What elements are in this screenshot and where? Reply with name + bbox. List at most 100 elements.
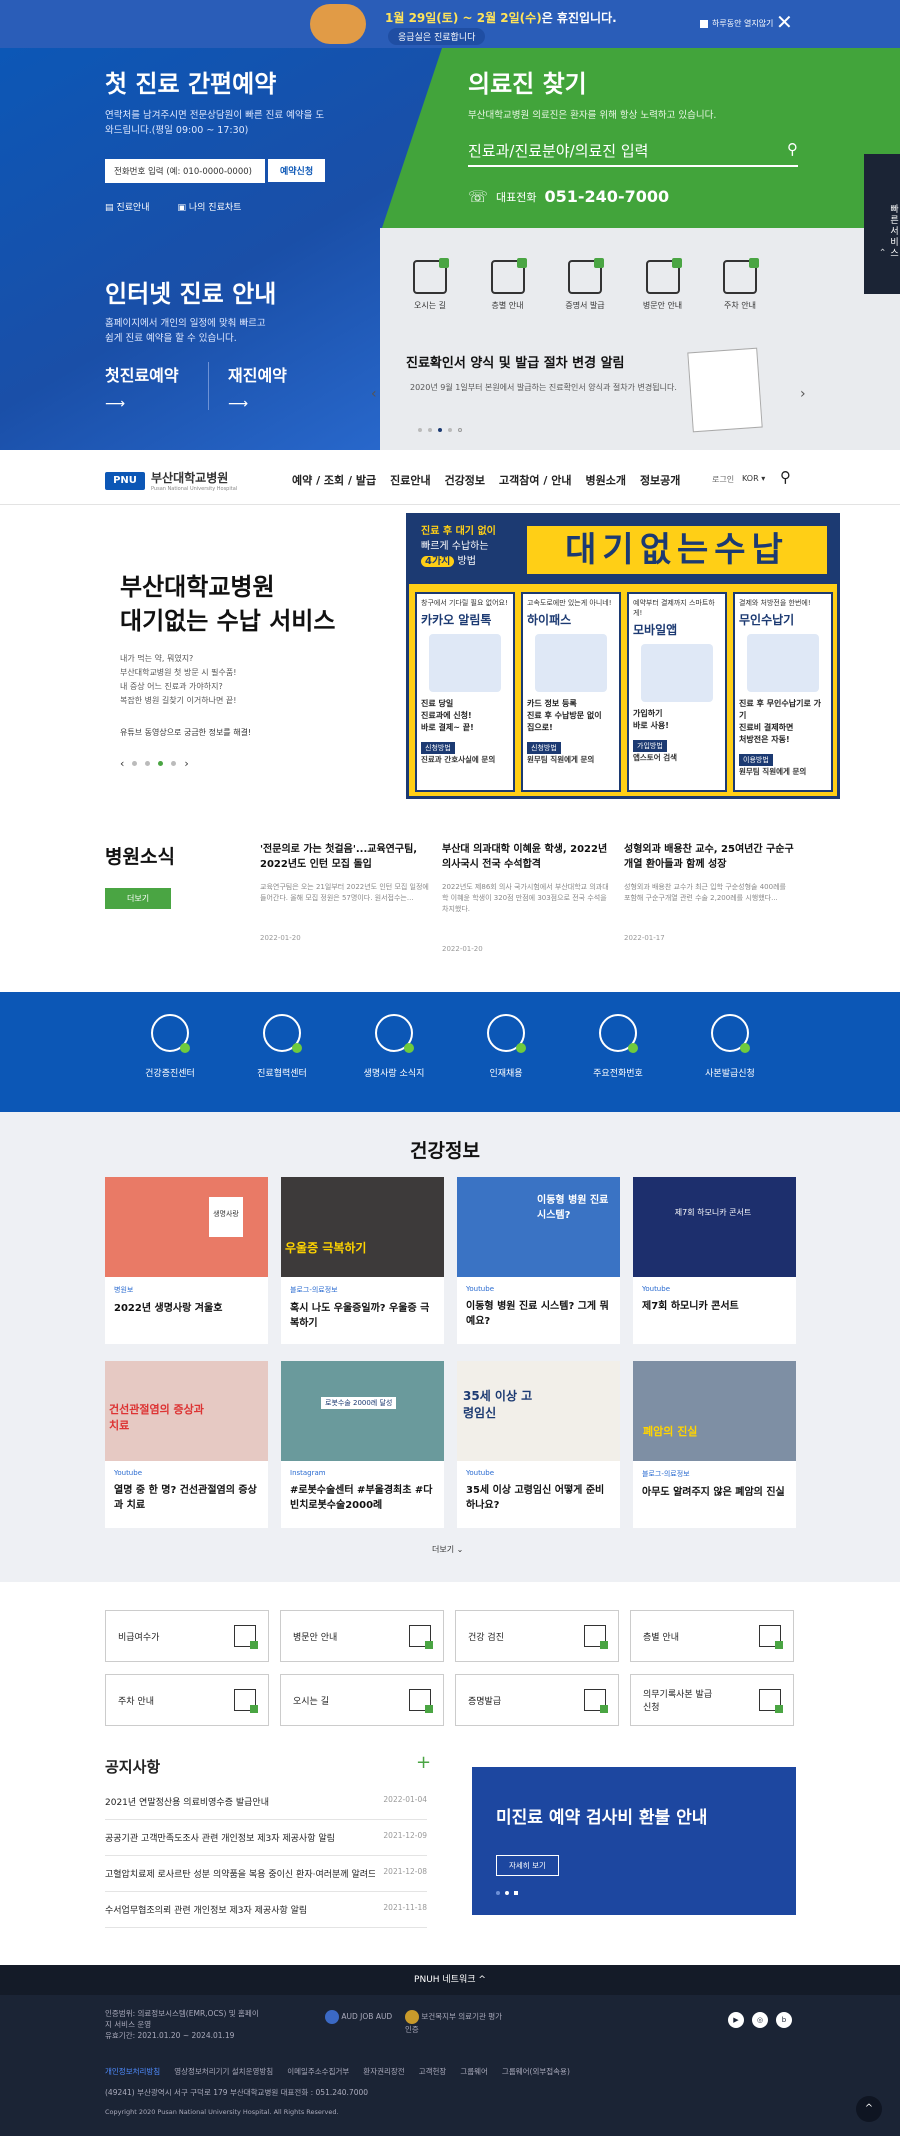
slide-dot-active[interactable] (438, 428, 442, 432)
menu-about[interactable]: 병원소개 (585, 472, 625, 488)
banner-prev-icon[interactable]: ‹ (120, 757, 124, 770)
notice-row[interactable]: 수서업무협조의뢰 관련 개인정보 제3자 제공사항 알림 2021-11-18 (105, 1892, 427, 1928)
refund-detail-button[interactable]: 자세히 보기 (496, 1855, 559, 1876)
groupware-link[interactable]: 그룹웨어 (460, 2066, 488, 2077)
health-card[interactable]: 35세 이상 고령임신 Youtube 35세 이상 고령임신 어떻게 준비하나요? (457, 1361, 620, 1528)
news-item[interactable]: 부산대 의과대학 이혜윤 학생, 2022년 의사국시 전국 수석합격 2022년… (442, 842, 612, 953)
login-link[interactable]: 로그인 (712, 474, 734, 485)
notice-text: 2021년 연말정산용 의료비영수증 발급안내 (105, 1798, 269, 1808)
guide-link[interactable]: ▤ 진료안내 (105, 200, 150, 213)
banner-next-icon[interactable]: › (184, 757, 188, 770)
notices-more-icon[interactable]: + (416, 1752, 431, 1773)
health-card[interactable]: 로봇수술 2000례 달성 Instagram #로봇수술센터 #부울경최초 #다빈… (281, 1361, 444, 1528)
network-toggle[interactable]: PNUH 네트워크 ^ (0, 1965, 900, 1995)
smartphone-icon (641, 644, 713, 702)
refund-banner[interactable]: 미진료 예약 검사비 환불 안내 자세히 보기 (472, 1767, 796, 1915)
doctor-search-input[interactable]: 진료과/진료분야/의료진 입력 ⚲ (468, 140, 798, 167)
news-item[interactable]: 성형외과 배용찬 교수, 25여년간 구순구개열 환아들과 함께 성장 성형외과 … (624, 842, 794, 953)
slide-dot[interactable] (428, 428, 432, 432)
svc-checkup[interactable]: 건강 검진 (455, 1610, 619, 1662)
quick-cooperation-center[interactable]: 진료협력센터 (226, 992, 338, 1112)
quick-newsletter[interactable]: 생명사랑 소식지 (338, 992, 450, 1112)
hospital-logo[interactable]: PNU 부산대학교병원 Pusan National University Hos… (105, 469, 237, 492)
no-wait-payment-banner[interactable]: 진료 후 대기 없이 빠르게 수납하는 4가지 방법 대기없는수납 창구에서 기… (406, 513, 840, 799)
refund-dot[interactable] (496, 1891, 500, 1895)
youtube-icon[interactable]: ▶ (728, 2012, 744, 2028)
banner-dot-active[interactable] (158, 761, 164, 766)
cert-badge-icon (325, 2010, 339, 2024)
directions-link[interactable]: 오시는 길 (395, 258, 465, 311)
svc-floor[interactable]: 층별 안내 (630, 1610, 794, 1662)
certificate-link[interactable]: 증명서 발급 (550, 258, 620, 311)
svc-medical-record[interactable]: 의무기록사본 발급 신청 (630, 1674, 794, 1726)
my-chart-link[interactable]: ▣ 나의 진료차트 (178, 200, 242, 213)
cert-aud: AUD JOB AUD (325, 2010, 392, 2024)
news-item[interactable]: '전문의로 가는 첫걸음'...교육연구팀, 2022년도 인턴 모집 돌입 교육… (260, 842, 430, 953)
slide-next-icon[interactable]: › (800, 386, 806, 402)
health-card[interactable]: 건선관절염의 증상과 치료 Youtube 열명 중 한 명? 건선관절염의 증상과… (105, 1361, 268, 1528)
card-step: 처방전은 자동! (739, 735, 790, 744)
banner-dot[interactable] (171, 761, 177, 766)
card-foot: 원무팀 직원에게 문의 (527, 755, 595, 764)
slide-prev-icon[interactable]: ‹ (371, 386, 377, 402)
health-card[interactable]: 폐암의 진실 블로그-의료정보 아무도 알려주지 않은 폐암의 진실 (633, 1361, 796, 1528)
phone-input[interactable]: 전화번호 입력 (예: 010-0000-0000) (105, 159, 265, 183)
menu-disclosure[interactable]: 정보공개 (640, 472, 680, 488)
health-card[interactable]: 생명사랑 병원보 2022년 생명사랑 겨울호 (105, 1177, 268, 1344)
health-more-link[interactable]: 더보기 ⌄ (432, 1544, 463, 1555)
slide-pause-icon[interactable] (458, 428, 462, 432)
scroll-top-icon[interactable]: ^ (856, 2096, 882, 2122)
slide-title[interactable]: 진료확인서 양식 및 발급 절차 변경 알림 (406, 352, 625, 371)
blog-icon[interactable]: b (776, 2012, 792, 2028)
card-foot: 앱스토어 검색 (633, 753, 678, 762)
banner-dot[interactable] (132, 761, 138, 766)
quick-copy-request[interactable]: 사본발급신청 (674, 992, 786, 1112)
notice-row[interactable]: 공공기관 고객만족도조사 관련 개인정보 제3자 제공사항 알림 2021-12-… (105, 1820, 427, 1856)
slide-dot[interactable] (418, 428, 422, 432)
menu-reservation[interactable]: 예약 / 조회 / 발급 (292, 472, 376, 488)
hide-today-checkbox[interactable]: 하루동안 열지않기 (700, 18, 773, 29)
health-card[interactable]: 우울증 극복하기 블로그-의료정보 혹시 나도 우울증일까? 우울증 극복하기 (281, 1177, 444, 1344)
svc-directions[interactable]: 오시는 길 (280, 1674, 444, 1726)
slide-dot[interactable] (448, 428, 452, 432)
banner-dot[interactable] (145, 761, 151, 766)
privacy-policy-link[interactable]: 개인정보처리방침 (105, 2066, 160, 2077)
refund-dot-active[interactable] (505, 1891, 509, 1895)
search-icon[interactable]: ⚲ (787, 140, 798, 158)
checkbox-icon[interactable] (700, 19, 708, 28)
svc-parking[interactable]: 주차 안내 (105, 1674, 269, 1726)
main-tel[interactable]: ☏ 대표전화 051-240-7000 (468, 187, 669, 206)
cctv-policy-link[interactable]: 영상정보처리기기 설치운영방침 (174, 2066, 273, 2077)
map-pin-icon (413, 258, 449, 294)
patient-rights-link[interactable]: 환자권리장전 (363, 2066, 404, 2077)
svc-visitor[interactable]: 병문안 안내 (280, 1610, 444, 1662)
quick-recruit[interactable]: 인재채용 (450, 992, 562, 1112)
svc-certificate[interactable]: 증명발급 (455, 1674, 619, 1726)
svc-nonbenefit[interactable]: 비급여수가 (105, 1610, 269, 1662)
notice-row[interactable]: 고혈압치료제 로사르탄 성분 의약품을 복용 중이신 환자·여러분께 알려드..… (105, 1856, 427, 1892)
customer-charter-link[interactable]: 고객헌장 (419, 2066, 447, 2077)
language-select[interactable]: KOR ▾ (742, 474, 765, 483)
menu-clinic-guide[interactable]: 진료안내 (390, 472, 430, 488)
email-refusal-link[interactable]: 이메일주소수집거부 (287, 2066, 349, 2077)
groupware-external-link[interactable]: 그룹웨어(외부접속용) (502, 2066, 570, 2077)
revisit-link[interactable]: 재진예약 ⟶ (228, 362, 287, 412)
health-card[interactable]: 제7회 하모니카 콘서트 Youtube 제7회 하모니카 콘서트 (633, 1177, 796, 1344)
close-icon[interactable]: ✕ (776, 12, 793, 32)
news-more-button[interactable]: 더보기 (105, 888, 172, 909)
quick-service-tab[interactable]: 빠른서비스 ‹ (864, 154, 900, 294)
parking-link[interactable]: 주차 안내 (705, 258, 775, 311)
first-visit-link[interactable]: 첫진료예약 ⟶ (105, 362, 179, 412)
notice-row[interactable]: 2021년 연말정산용 의료비영수증 발급안내 2022-01-04 (105, 1784, 427, 1820)
refund-pause-icon[interactable] (514, 1891, 518, 1895)
visitor-guide-link[interactable]: 병문안 안내 (628, 258, 698, 311)
quick-health-center[interactable]: 건강증진센터 (114, 992, 226, 1112)
floor-guide-link[interactable]: 층별 안내 (473, 258, 543, 311)
menu-customer[interactable]: 고객참여 / 안내 (499, 472, 571, 488)
menu-health-info[interactable]: 건강정보 (445, 472, 485, 488)
search-icon[interactable]: ⚲ (780, 468, 791, 486)
quick-phonebook[interactable]: 주요전화번호 (562, 992, 674, 1112)
health-card[interactable]: 이동형 병원 진료 시스템? Youtube 이동형 병원 진료 시스템? 그게 뭐… (457, 1177, 620, 1344)
reserve-apply-button[interactable]: 예약신청 (268, 159, 326, 182)
instagram-icon[interactable]: ◎ (752, 2012, 768, 2028)
